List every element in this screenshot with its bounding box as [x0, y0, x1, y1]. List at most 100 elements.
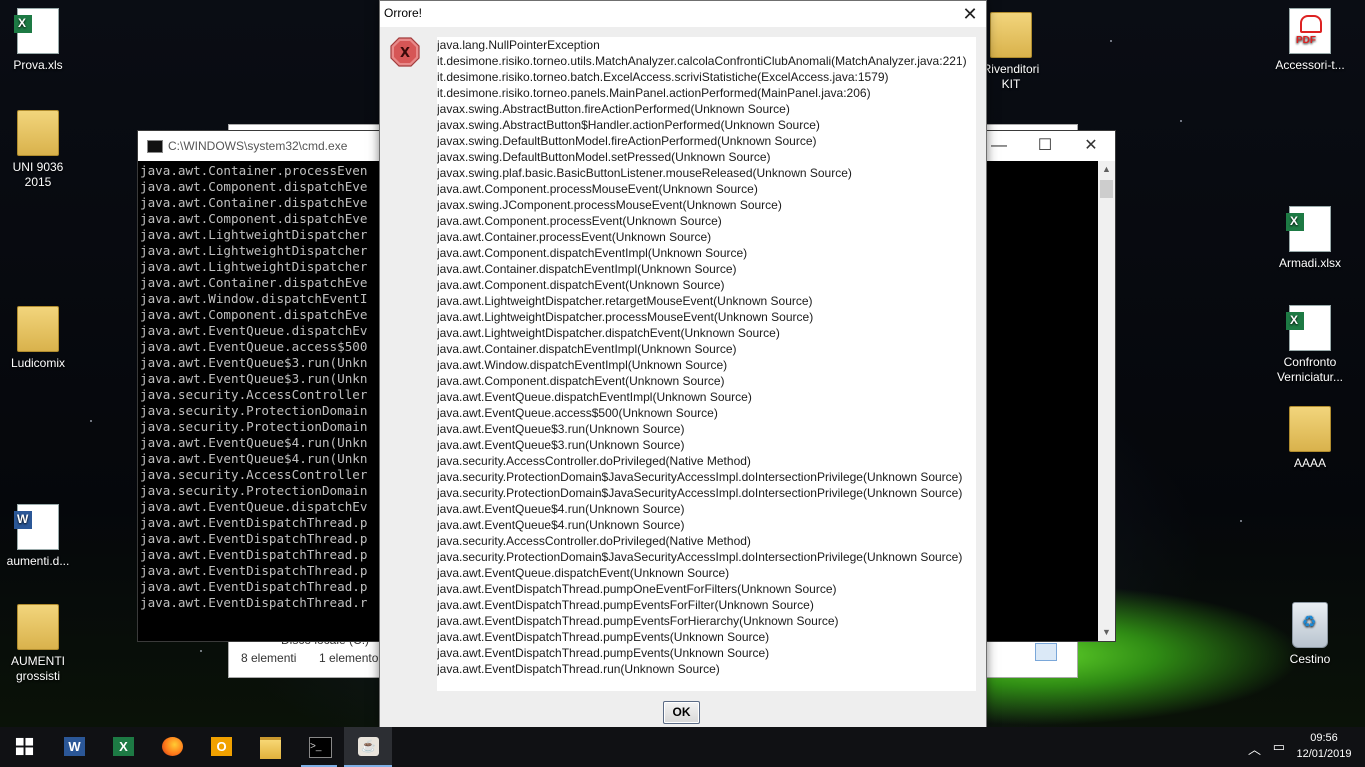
taskbar-outlook[interactable]: O [197, 727, 245, 767]
desktop-icon-label: Confronto Verniciatur... [1276, 355, 1344, 384]
cmd-line: java.security.ProtectionDomain [140, 403, 368, 418]
ok-button[interactable]: OK [663, 701, 700, 724]
folder-icon [260, 737, 281, 759]
cmd-line: java.awt.EventQueue$3.run(Unkn [140, 371, 368, 386]
stack-trace-line: java.awt.Component.dispatchEventImpl(Unk… [437, 246, 748, 260]
item-count: 8 elementi [241, 651, 297, 665]
stack-trace-line: java.awt.EventQueue.dispatchEventImpl(Un… [437, 390, 752, 404]
cmd-line: java.awt.Component.dispatchEve [140, 179, 368, 194]
stack-trace-line: javax.swing.AbstractButton.fireActionPer… [437, 102, 790, 116]
java-icon: ☕ [358, 737, 379, 756]
desktop-icon-prova[interactable]: Prova.xls [0, 8, 76, 73]
scroll-up-icon[interactable]: ▲ [1098, 161, 1115, 178]
cmd-line: java.awt.Container.dispatchEve [140, 275, 368, 290]
cmd-output: java.awt.Container.processEven java.awt.C… [140, 163, 378, 611]
desktop-icon-aumenti[interactable]: aumenti.d... [0, 504, 76, 569]
start-button[interactable] [0, 727, 48, 767]
folder-icon [17, 110, 59, 156]
stack-trace-line: java.security.ProtectionDomain$JavaSecur… [437, 550, 963, 564]
desktop-icon-label: Cestino [1289, 652, 1331, 666]
taskbar-word[interactable]: W [50, 727, 98, 767]
stack-trace-line: java.awt.EventQueue.dispatchEvent(Unknow… [437, 566, 730, 580]
desktop-icon-label: Armadi.xlsx [1278, 256, 1341, 270]
taskbar-cmd[interactable]: >_ [295, 727, 343, 767]
stack-trace-line: javax.swing.DefaultButtonModel.fireActio… [437, 134, 817, 148]
close-icon[interactable]: ✕ [954, 1, 986, 27]
word-icon: W [64, 737, 85, 756]
excel-icon: X [113, 737, 134, 756]
taskbar-explorer[interactable] [246, 727, 294, 767]
stack-trace-line: java.awt.Component.processEvent(Unknown … [437, 214, 722, 228]
error-dialog[interactable]: Orrore! ✕ X java.lang.NullPointerExcepti… [379, 0, 987, 728]
network-icon[interactable]: ▭ [1273, 739, 1285, 755]
taskbar-firefox[interactable] [148, 727, 196, 767]
stack-trace-line: java.awt.EventDispatchThread.pumpEventsF… [437, 614, 839, 628]
folder-icon [1289, 406, 1331, 452]
stack-trace-line: java.awt.Component.processMouseEvent(Unk… [437, 182, 758, 196]
cmd-line: java.awt.EventQueue$3.run(Unkn [140, 355, 368, 370]
desktop-icon-uni9036[interactable]: UNI 9036 2015 [0, 110, 76, 190]
stack-trace-line: java.awt.LightweightDispatcher.processMo… [437, 310, 814, 324]
pdf-file-icon [1289, 8, 1331, 54]
stack-trace-line: java.awt.Window.dispatchEventImpl(Unknow… [437, 358, 728, 372]
stack-trace-line: it.desimone.risiko.torneo.panels.MainPan… [437, 86, 871, 100]
maximize-icon[interactable]: ☐ [1022, 131, 1068, 161]
desktop-icon-accessori[interactable]: Accessori-t... [1272, 8, 1348, 73]
cmd-line: java.awt.EventQueue.dispatchEv [140, 499, 368, 514]
cmd-line: java.awt.Window.dispatchEventI [140, 291, 368, 306]
cmd-icon: >_ [309, 737, 332, 758]
cmd-scrollbar[interactable]: ▲ ▼ [1098, 161, 1115, 641]
clock-time[interactable]: 09:56 [1294, 732, 1354, 744]
desktop-icon-aumenti-grossisti[interactable]: AUMENTI grossisti [0, 604, 76, 684]
excel-file-icon [1286, 206, 1331, 252]
stack-trace-line: javax.swing.plaf.basic.BasicButtonListen… [437, 166, 852, 180]
taskbar: W X O >_ ☕ ︿ ▭ 09:56 12/01/2019 [0, 727, 1365, 767]
selected-count: 1 elemento [319, 651, 379, 665]
error-x-icon: X [390, 37, 420, 67]
desktop-icon-armadi[interactable]: Armadi.xlsx [1272, 206, 1348, 271]
windows-logo-icon [15, 737, 34, 756]
stack-trace-line: java.awt.EventDispatchThread.pumpEvents(… [437, 646, 770, 660]
stack-trace-line: it.desimone.risiko.torneo.batch.ExcelAcc… [437, 70, 889, 84]
stack-trace-line: java.awt.Container.dispatchEventImpl(Unk… [437, 262, 737, 276]
cmd-icon [147, 140, 163, 153]
cmd-line: java.security.ProtectionDomain [140, 419, 368, 434]
word-file-icon [14, 504, 59, 550]
scroll-down-icon[interactable]: ▼ [1098, 624, 1115, 641]
recycle-bin-icon [1292, 602, 1328, 648]
desktop-icon-ludicomix[interactable]: Ludicomix [0, 306, 76, 371]
cmd-line: java.awt.EventQueue.dispatchEv [140, 323, 368, 338]
close-icon[interactable]: ✕ [1068, 131, 1114, 161]
stack-trace-text: java.lang.NullPointerException it.desimon… [437, 37, 976, 691]
stack-trace-line: java.awt.EventDispatchThread.pumpEvents(… [437, 630, 770, 644]
stack-trace-line: java.awt.EventQueue$4.run(Unknown Source… [437, 502, 685, 516]
cmd-line: java.awt.EventQueue$4.run(Unkn [140, 435, 368, 450]
details-view-icon[interactable] [1035, 643, 1057, 661]
taskbar-excel[interactable]: X [99, 727, 147, 767]
stack-trace-line: java.awt.EventQueue$4.run(Unknown Source… [437, 518, 685, 532]
outlook-icon: O [211, 737, 232, 756]
cmd-line: java.awt.LightweightDispatcher [140, 259, 368, 274]
desktop-icon-aaaa[interactable]: AAAA [1272, 406, 1348, 471]
firefox-icon [162, 737, 183, 756]
desktop-icon-cestino[interactable]: Cestino [1272, 602, 1348, 667]
clock-date[interactable]: 12/01/2019 [1294, 748, 1354, 760]
stack-trace-line: java.security.AccessController.doPrivile… [437, 534, 751, 548]
chevron-up-icon[interactable]: ︿ [1248, 739, 1261, 758]
scroll-thumb[interactable] [1100, 180, 1113, 198]
desktop-icon-confronto[interactable]: Confronto Verniciatur... [1272, 305, 1348, 385]
stack-trace-line: java.awt.Component.dispatchEvent(Unknown… [437, 278, 725, 292]
desktop-icon-label: UNI 9036 2015 [12, 160, 64, 189]
desktop-icon-label: AUMENTI grossisti [11, 654, 65, 683]
stack-trace-line: javax.swing.DefaultButtonModel.setPresse… [437, 150, 771, 164]
desktop-icon-label: Accessori-t... [1275, 58, 1345, 72]
desktop-icon-label: AAAA [1293, 456, 1326, 470]
cmd-line: java.security.AccessController [140, 387, 368, 402]
cmd-line: java.awt.EventDispatchThread.p [140, 515, 368, 530]
stack-trace-line: java.awt.EventQueue$3.run(Unknown Source… [437, 422, 685, 436]
dialog-titlebar[interactable]: Orrore! ✕ [380, 1, 986, 27]
stack-trace-line: java.security.AccessController.doPrivile… [437, 454, 751, 468]
taskbar-java[interactable]: ☕ [344, 727, 392, 767]
stack-trace-line: javax.swing.JComponent.processMouseEvent… [437, 198, 782, 212]
desktop-icon-label: aumenti.d... [6, 554, 70, 568]
